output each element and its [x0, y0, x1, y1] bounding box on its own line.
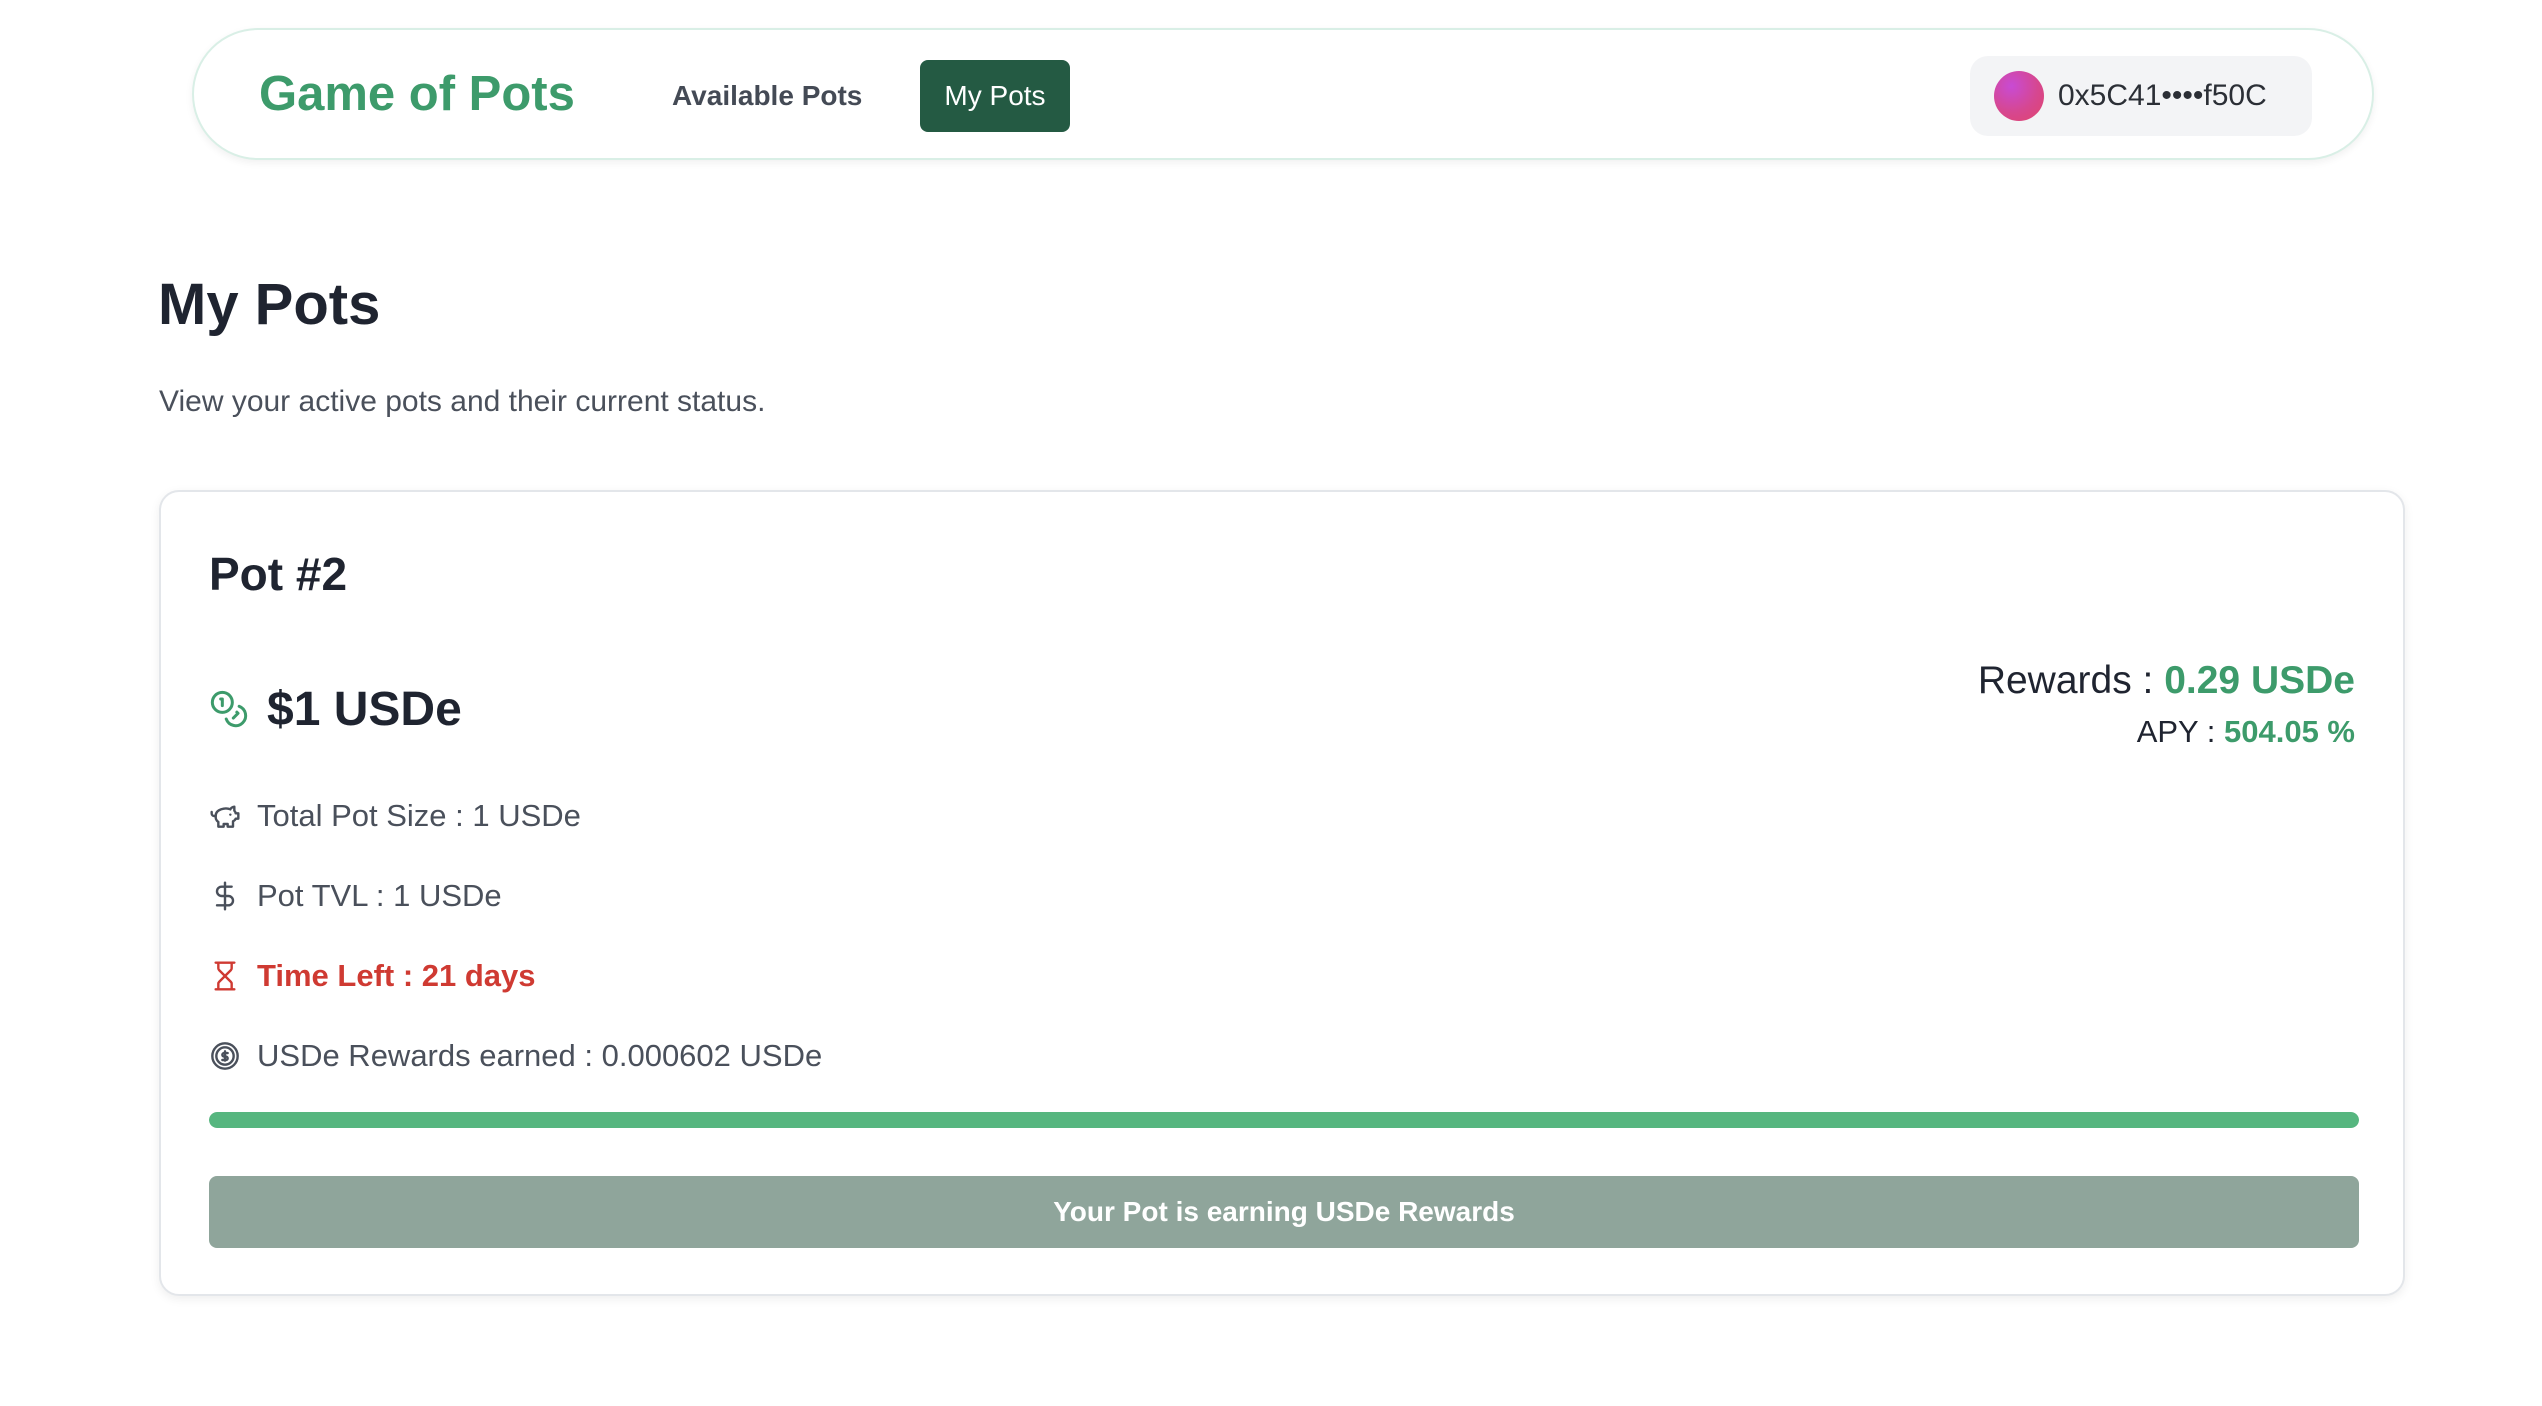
detail-time-left-text: Time Left : 21 days: [257, 958, 536, 993]
detail-time-left: Time Left : 21 days: [209, 954, 536, 998]
pot-amount-row: $1 USDe: [209, 674, 462, 744]
detail-rewards-earned-text: USDe Rewards earned : 0.000602 USDe: [257, 1038, 823, 1073]
detail-pot-tvl-text: Pot TVL : 1 USDe: [257, 878, 502, 913]
hourglass-icon: [214, 961, 236, 991]
wallet-address: 0x5C41••••f50C: [2058, 79, 2267, 112]
pot-progress-fill: [209, 1112, 2359, 1128]
detail-total-pot-size-text: Total Pot Size : 1 USDe: [257, 798, 581, 833]
wallet-button[interactable]: 0x5C41••••f50C: [1970, 56, 2312, 136]
nav-my-pots[interactable]: My Pots: [920, 60, 1070, 132]
nav-available-pots[interactable]: Available Pots: [672, 60, 862, 132]
wallet-avatar: [1994, 71, 2044, 121]
apy-value: 504.05 %: [2224, 714, 2355, 749]
rewards-summary: Rewards : 0.29 USDe: [1978, 656, 2355, 706]
pot-title: Pot #2: [209, 548, 348, 600]
rewards-label: Rewards :: [1977, 659, 2165, 702]
pot-card: Pot #2 $1 USDe Rewards : 0.29 USDe APY :…: [159, 490, 2405, 1296]
detail-total-pot-size: Total Pot Size : 1 USDe: [209, 794, 581, 838]
pot-status-button[interactable]: Your Pot is earning USDe Rewards: [209, 1176, 2359, 1248]
apy-label: APY :: [2136, 714, 2224, 749]
apy-summary: APY : 504.05 %: [2137, 712, 2355, 752]
rewards-value: 0.29 USDe: [2164, 659, 2355, 702]
brand-logo[interactable]: Game of Pots: [259, 64, 575, 124]
detail-rewards-earned: USDe Rewards earned : 0.000602 USDe: [209, 1034, 822, 1078]
top-navbar: Game of Pots Available Pots My Pots 0x5C…: [192, 28, 2374, 160]
detail-pot-tvl: Pot TVL : 1 USDe: [209, 874, 502, 918]
dollar-icon: [215, 881, 235, 911]
coin-dollar-icon: [211, 1042, 239, 1070]
page-subtitle: View your active pots and their current …: [159, 385, 766, 418]
piggy-bank-icon: [210, 805, 240, 828]
page-title: My Pots: [158, 272, 381, 337]
coins-icon: [210, 690, 248, 728]
pot-progress-bar: [209, 1112, 2359, 1128]
pot-amount: $1 USDe: [267, 682, 462, 736]
